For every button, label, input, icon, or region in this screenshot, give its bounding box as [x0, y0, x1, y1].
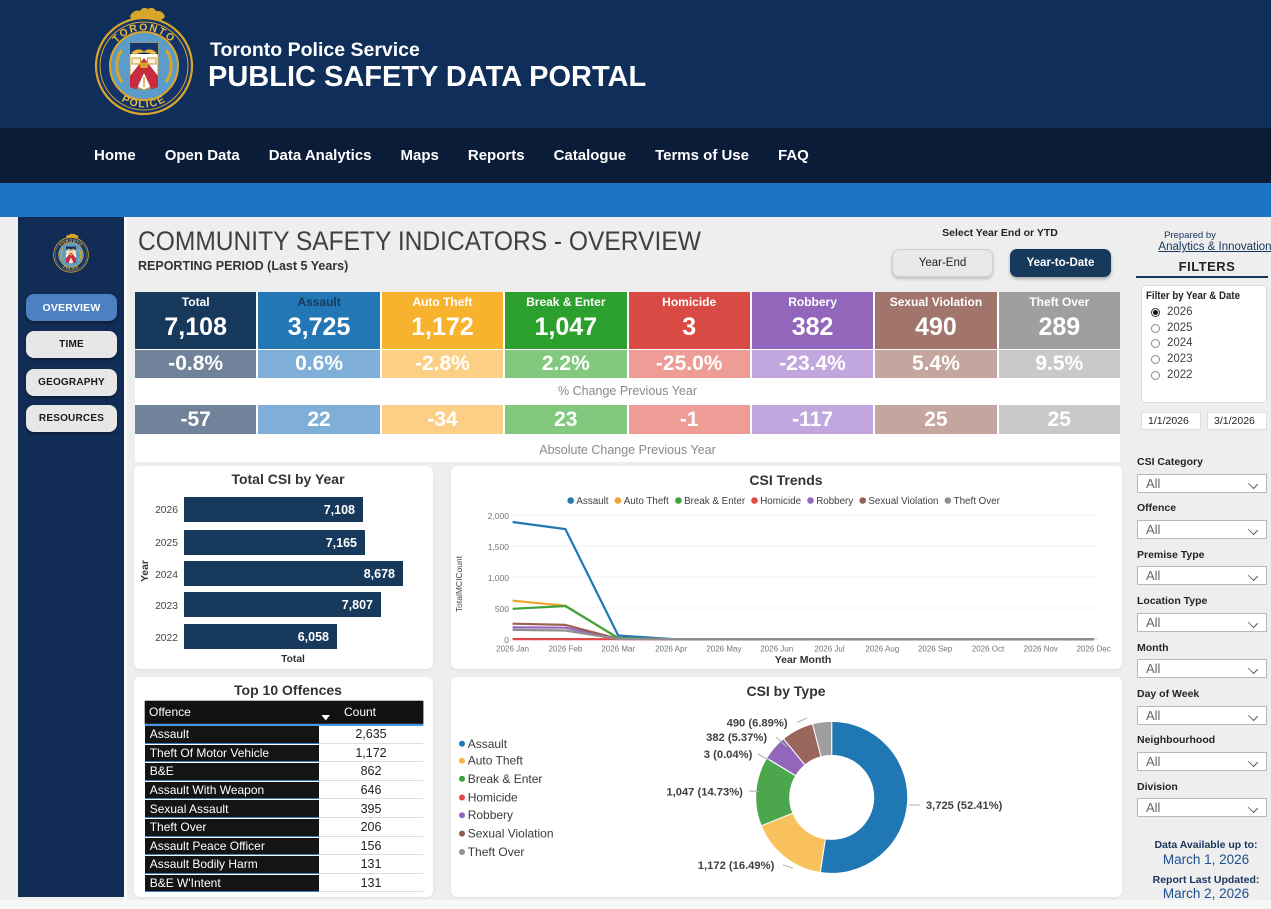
svg-text:Auto Theft: Auto Theft [624, 496, 669, 507]
svg-text:Offence: Offence [149, 705, 191, 719]
svg-text:2026 Apr: 2026 Apr [655, 645, 687, 654]
svg-text:2025: 2025 [155, 538, 178, 549]
svg-text:Assault: Assault [576, 496, 608, 507]
svg-text:490 (6.89%): 490 (6.89%) [727, 717, 788, 729]
svg-text:2022: 2022 [155, 633, 178, 644]
svg-text:Year: Year [140, 560, 151, 582]
svg-text:7,108: 7,108 [324, 503, 355, 517]
svg-text:Top 10 Offences: Top 10 Offences [234, 682, 342, 698]
svg-text:3 (0.04%): 3 (0.04%) [704, 749, 753, 761]
svg-text:7,807: 7,807 [342, 598, 373, 612]
svg-text:7,165: 7,165 [326, 536, 357, 550]
svg-text:1,500: 1,500 [488, 542, 510, 552]
svg-text:Break & Enter: Break & Enter [684, 496, 746, 507]
svg-text:TotalMCICount: TotalMCICount [454, 555, 464, 612]
svg-text:CSI Trends: CSI Trends [749, 472, 822, 488]
svg-text:Auto Theft: Auto Theft [468, 754, 524, 768]
svg-text:8,678: 8,678 [364, 567, 395, 581]
svg-text:2023: 2023 [155, 601, 178, 612]
svg-text:Break & Enter: Break & Enter [468, 772, 543, 786]
svg-text:Total CSI by Year: Total CSI by Year [231, 471, 345, 487]
svg-text:0: 0 [504, 635, 509, 645]
svg-text:2,000: 2,000 [488, 511, 510, 521]
svg-text:2026 Jul: 2026 Jul [814, 645, 844, 654]
svg-text:1,047 (14.73%): 1,047 (14.73%) [666, 786, 743, 798]
svg-text:2026 Sep: 2026 Sep [918, 645, 953, 654]
svg-text:Robbery: Robbery [468, 808, 513, 822]
svg-text:2026 Feb: 2026 Feb [548, 645, 582, 654]
svg-text:Count: Count [344, 705, 377, 719]
svg-text:2026 Aug: 2026 Aug [865, 645, 899, 654]
svg-text:Sexual Violation: Sexual Violation [868, 496, 938, 507]
svg-text:2026 Jan: 2026 Jan [496, 645, 529, 654]
svg-text:Robbery: Robbery [816, 496, 853, 507]
svg-text:2026: 2026 [155, 505, 178, 516]
svg-text:Sexual Violation: Sexual Violation [468, 827, 554, 841]
svg-text:6,058: 6,058 [298, 630, 329, 644]
svg-text:Theft Over: Theft Over [954, 496, 1001, 507]
svg-text:1,000: 1,000 [488, 573, 510, 583]
svg-text:Year Month: Year Month [775, 654, 832, 666]
svg-text:Assault: Assault [468, 737, 508, 751]
svg-text:500: 500 [495, 604, 509, 614]
svg-text:2026 Nov: 2026 Nov [1024, 645, 1058, 654]
svg-text:Theft Over: Theft Over [468, 845, 525, 859]
svg-text:2026 Jun: 2026 Jun [760, 645, 793, 654]
svg-text:2026 Oct: 2026 Oct [972, 645, 1005, 654]
svg-text:Homicide: Homicide [760, 496, 801, 507]
svg-text:Homicide: Homicide [468, 791, 518, 805]
svg-text:CSI by Type: CSI by Type [746, 683, 825, 699]
svg-text:2026 Mar: 2026 Mar [601, 645, 635, 654]
svg-text:382 (5.37%): 382 (5.37%) [706, 732, 767, 744]
svg-text:2024: 2024 [155, 570, 178, 581]
svg-text:2026 Dec: 2026 Dec [1076, 645, 1110, 654]
svg-text:3,725 (52.41%): 3,725 (52.41%) [926, 800, 1003, 812]
svg-text:Total: Total [281, 654, 305, 665]
svg-text:2026 May: 2026 May [706, 645, 741, 654]
svg-text:1,172 (16.49%): 1,172 (16.49%) [698, 860, 775, 872]
